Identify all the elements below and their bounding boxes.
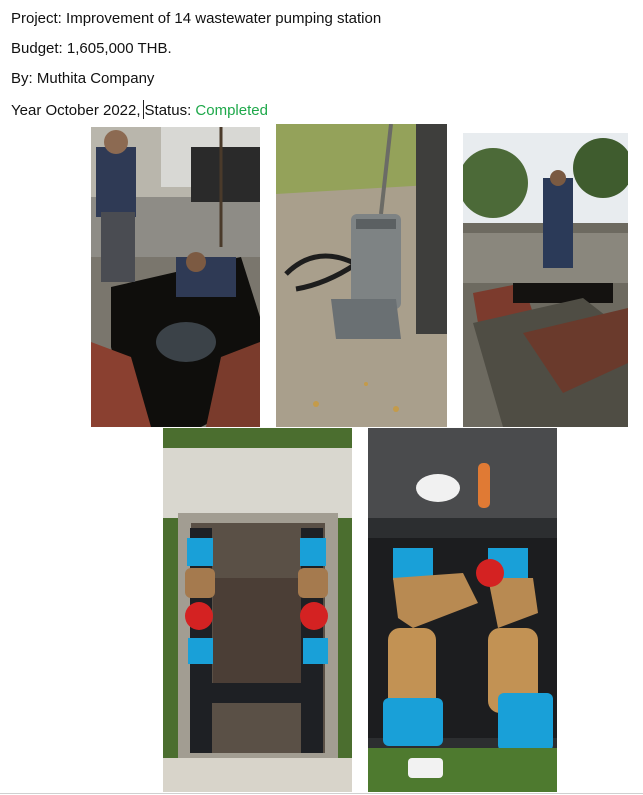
page-bottom-rule bbox=[0, 793, 643, 794]
budget-value: 1,605,000 THB. bbox=[66, 40, 172, 57]
by-line: By: Muthita Company bbox=[11, 70, 154, 88]
photo-pit-covers bbox=[463, 133, 628, 427]
project-value: Improvement of 14 wastewater pumping sta… bbox=[66, 10, 382, 27]
photo-brass-valves bbox=[368, 428, 557, 792]
text-cursor bbox=[142, 100, 144, 119]
by-value: Muthita Company bbox=[36, 70, 155, 87]
project-label: Project: bbox=[11, 10, 62, 27]
status-value: Completed bbox=[195, 102, 268, 119]
budget-line: Budget: 1,605,000 THB. bbox=[11, 40, 172, 58]
by-label: By: bbox=[11, 70, 33, 87]
budget-label: Budget: bbox=[11, 40, 63, 57]
photo-valve-pit bbox=[163, 428, 352, 792]
project-line: Project: Improvement of 14 wastewater pu… bbox=[11, 10, 381, 28]
photo-workers-pit bbox=[91, 127, 260, 427]
photo-submersible-pump bbox=[276, 124, 447, 427]
year-text: Year October 2022, bbox=[11, 102, 141, 119]
status-label: Status: bbox=[144, 102, 192, 119]
year-status-line[interactable]: Year October 2022, Status: Completed bbox=[11, 100, 268, 120]
